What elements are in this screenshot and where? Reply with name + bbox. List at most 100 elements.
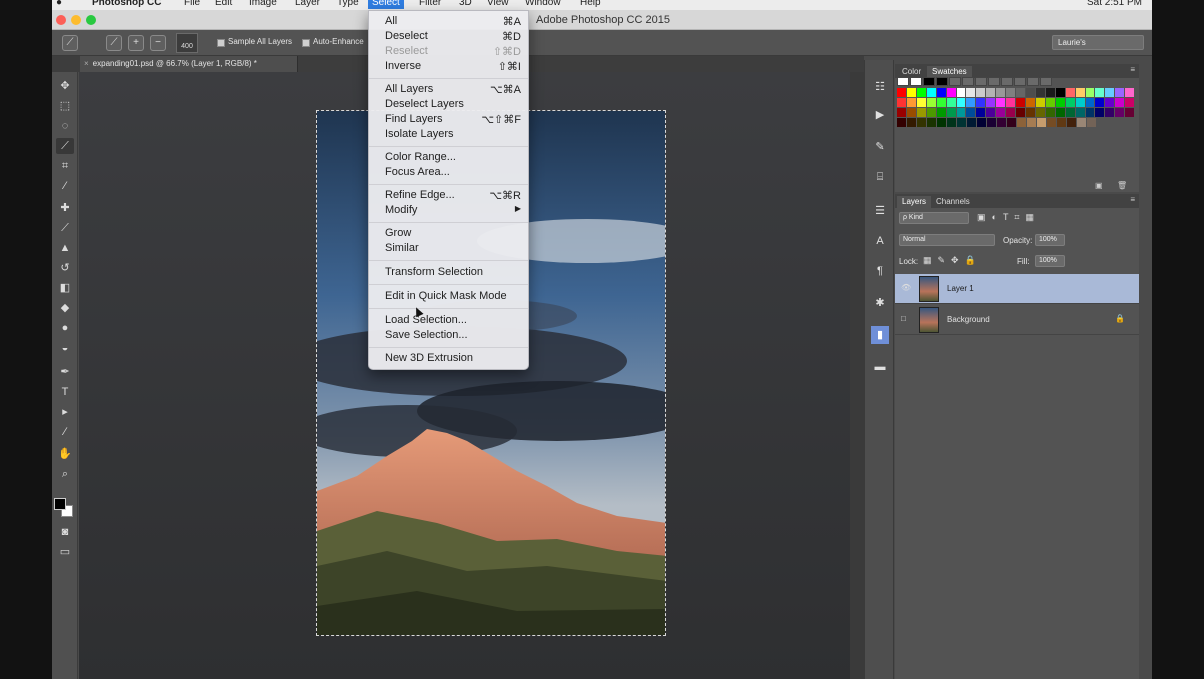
screen-mode-icon[interactable]: ▭ (56, 544, 74, 560)
lock-icons[interactable]: ▦✎✥🔒 (923, 255, 982, 266)
layer-filter-icons[interactable]: ▣◐T⌗▦ (977, 212, 1040, 223)
swatch[interactable] (1016, 98, 1025, 107)
swatch[interactable] (1045, 88, 1055, 97)
subtract-from-selection-icon[interactable]: − (150, 35, 166, 51)
swatch[interactable] (1045, 98, 1055, 107)
apple-icon[interactable]: ● (56, 0, 62, 8)
swatch[interactable] (1006, 108, 1016, 117)
swatch[interactable] (957, 118, 966, 127)
swatch[interactable] (1040, 77, 1052, 86)
swatch[interactable] (1105, 98, 1115, 107)
visibility-toggle-icon[interactable]: □ (901, 314, 911, 324)
swatch[interactable] (987, 118, 996, 127)
swatch[interactable] (949, 77, 961, 86)
swatch[interactable] (1016, 108, 1025, 117)
swatch[interactable] (1055, 98, 1065, 107)
device-preview-panel-icon[interactable]: ▮ (871, 326, 889, 344)
swatch[interactable] (1025, 108, 1035, 117)
close-window-button[interactable] (56, 15, 66, 25)
swatch[interactable] (967, 118, 976, 127)
swatch[interactable] (956, 88, 966, 97)
lasso-tool-icon[interactable]: ◌ (56, 118, 74, 134)
swatch[interactable] (1006, 88, 1016, 97)
menu-edit[interactable]: Edit (215, 0, 232, 8)
foreground-color-swatch[interactable] (54, 498, 66, 510)
hand-tool-icon[interactable]: ✋ (56, 446, 74, 462)
new-selection-icon[interactable]: ⟋ (106, 35, 122, 51)
paint-bucket-tool-icon[interactable]: ◆ (56, 300, 74, 316)
character-panel-icon[interactable]: A (871, 232, 889, 250)
swatch[interactable] (1045, 108, 1055, 117)
swatch[interactable] (1055, 88, 1065, 97)
swatch[interactable] (946, 108, 956, 117)
menu-clock[interactable]: Sat 2:51 PM (1087, 0, 1142, 8)
swatch[interactable] (937, 118, 946, 127)
swatch[interactable] (1095, 108, 1105, 117)
swatch[interactable] (1125, 88, 1135, 97)
menu-item-quick-mask-mode[interactable]: Edit in Quick Mask Mode (385, 290, 521, 304)
menu-item-all[interactable]: All ⌘A (385, 15, 521, 29)
swatch[interactable] (976, 98, 986, 107)
adjustments-panel-icon[interactable]: ☰ (871, 202, 889, 220)
swatch[interactable] (927, 118, 936, 127)
delete-swatch-icon[interactable]: 🗑 (1117, 181, 1127, 190)
swatch[interactable] (1007, 118, 1016, 127)
clone-source-panel-icon[interactable]: ⌸ (871, 168, 889, 186)
swatch[interactable] (1075, 108, 1085, 117)
swatch[interactable] (1125, 108, 1135, 117)
swatch[interactable] (988, 77, 1000, 86)
tab-layers[interactable]: Layers (897, 196, 932, 208)
actions-panel-icon[interactable]: ▶ (871, 106, 889, 124)
swatch[interactable] (976, 108, 986, 117)
swatch[interactable] (1016, 88, 1025, 97)
menu-item-color-range[interactable]: Color Range... (385, 151, 521, 165)
zoom-tool-icon[interactable]: ⌕ (56, 466, 74, 482)
menu-view[interactable]: View (487, 0, 509, 8)
swatch[interactable] (956, 98, 966, 107)
panel-menu-icon[interactable]: ≡ (1130, 65, 1135, 74)
swatch[interactable] (1075, 98, 1085, 107)
dodge-tool-icon[interactable]: ◒ (56, 340, 74, 356)
swatch[interactable] (1025, 98, 1035, 107)
swatch[interactable] (917, 118, 926, 127)
blur-tool-icon[interactable]: ● (56, 320, 74, 336)
swatch[interactable] (962, 77, 974, 86)
swatch[interactable] (996, 98, 1006, 107)
menu-item-deselect[interactable]: Deselect ⌘D (385, 30, 521, 44)
swatch[interactable] (1035, 88, 1045, 97)
swatch[interactable] (916, 98, 926, 107)
menu-item-modify[interactable]: Modify ▶ (385, 204, 521, 218)
paragraph-panel-icon[interactable]: ¶ (871, 262, 889, 280)
layer-row-background[interactable]: □ Background 🔒 (895, 305, 1139, 335)
menu-item-find-layers[interactable]: Find Layers ⌥⇧⌘F (385, 113, 521, 127)
swatch[interactable] (997, 118, 1006, 127)
menu-help[interactable]: Help (580, 0, 601, 8)
menu-item-all-layers[interactable]: All Layers ⌥⌘A (385, 83, 521, 97)
swatch[interactable] (1017, 118, 1026, 127)
swatch[interactable] (1065, 88, 1075, 97)
marquee-tool-icon[interactable]: ⬚ (56, 98, 74, 114)
swatch[interactable] (1105, 88, 1115, 97)
swatch[interactable] (1001, 77, 1013, 86)
menu-app-name[interactable]: Photoshop CC (92, 0, 161, 8)
opacity-field[interactable]: 100% (1035, 234, 1065, 246)
document-tab[interactable]: × expanding01.psd @ 66.7% (Layer 1, RGB/8… (80, 56, 298, 72)
swatch[interactable] (1085, 108, 1095, 117)
crop-tool-icon[interactable]: ⌗ (56, 158, 74, 174)
auto-enhance-checkbox[interactable] (302, 39, 310, 47)
swatch[interactable] (907, 118, 916, 127)
move-tool-icon[interactable]: ✥ (56, 78, 74, 94)
pen-tool-icon[interactable]: ✒ (56, 364, 74, 380)
workspace-switcher[interactable]: Laurie's (1052, 35, 1144, 50)
swatch[interactable] (936, 98, 946, 107)
history-brush-tool-icon[interactable]: ↺ (56, 260, 74, 276)
add-to-selection-icon[interactable]: + (128, 35, 144, 51)
swatch[interactable] (1006, 98, 1016, 107)
swatch[interactable] (946, 88, 956, 97)
canvas-vertical-scrollbar[interactable] (850, 72, 864, 679)
eraser-tool-icon[interactable]: ◧ (56, 280, 74, 296)
swatch[interactable] (966, 88, 976, 97)
swatch[interactable] (926, 98, 936, 107)
type-tool-icon[interactable]: T (56, 384, 74, 400)
history-panel-icon[interactable]: ☷ (871, 78, 889, 96)
